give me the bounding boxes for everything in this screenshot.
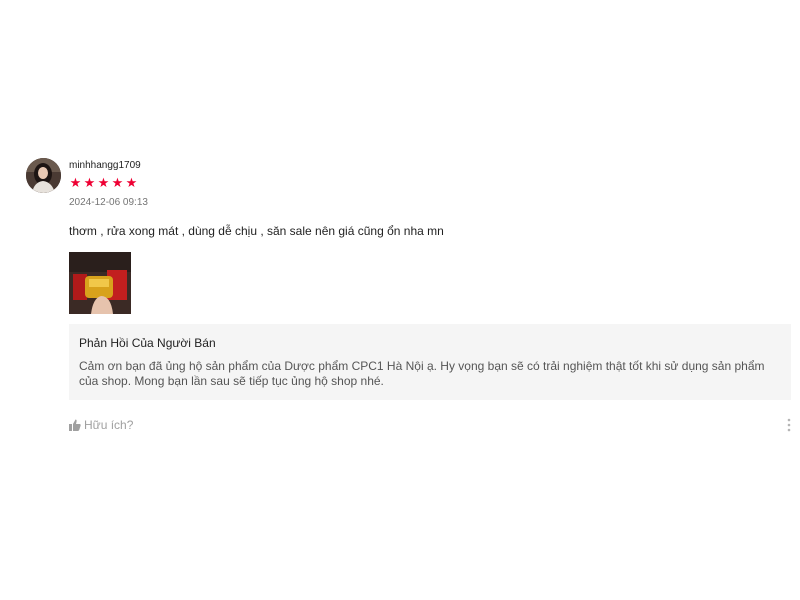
seller-reply-text: Cảm ơn bạn đã ủng hộ sản phẩm của Dược p… — [79, 359, 765, 388]
star-icon: ★ — [125, 176, 138, 191]
star-rating: ★ ★ ★ ★ ★ — [69, 176, 138, 191]
helpful-label: Hữu ích? — [84, 418, 134, 432]
helpful-button[interactable]: Hữu ích? — [69, 418, 133, 432]
avatar[interactable] — [26, 158, 61, 193]
review-photo-thumbnail[interactable] — [69, 252, 131, 314]
star-icon: ★ — [69, 176, 82, 191]
star-icon: ★ — [83, 176, 96, 191]
thumbs-up-icon — [69, 419, 81, 431]
reviewer-username[interactable]: minhhangg1709 — [69, 160, 141, 171]
seller-reply-title: Phản Hồi Của Người Bán — [79, 336, 216, 350]
more-vertical-icon[interactable] — [786, 418, 792, 432]
seller-reply: Phản Hồi Của Người Bán Cảm ơn bạn đã ủng… — [69, 324, 791, 400]
review-comment: thơm , rửa xong mát , dùng dễ chịu , săn… — [69, 224, 444, 238]
star-icon: ★ — [97, 176, 110, 191]
review-timestamp: 2024-12-06 09:13 — [69, 197, 148, 208]
star-icon: ★ — [111, 176, 124, 191]
